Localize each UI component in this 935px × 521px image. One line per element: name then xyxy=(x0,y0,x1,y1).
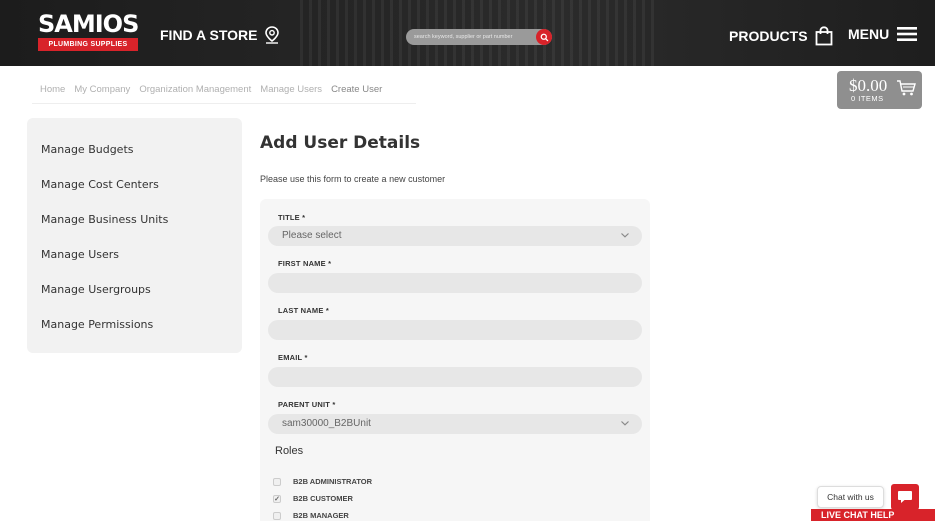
menu-label: MENU xyxy=(848,26,890,42)
sidebar-item-manage-usergroups[interactable]: Manage Usergroups xyxy=(41,283,151,296)
account-sidebar: Manage Budgets Manage Cost Centers Manag… xyxy=(27,118,242,353)
site-header: SAMIOS PLUMBING SUPPLIES FIND A STORE PR… xyxy=(0,0,935,66)
breadcrumb-organization-management[interactable]: Organization Management xyxy=(139,84,251,95)
products-link[interactable]: PRODUCTS xyxy=(729,26,834,46)
cart-icon xyxy=(897,80,916,96)
breadcrumb-my-company[interactable]: My Company xyxy=(74,84,130,95)
sidebar-item-manage-permissions[interactable]: Manage Permissions xyxy=(41,318,153,331)
chevron-down-icon xyxy=(621,233,629,238)
last-name-field[interactable] xyxy=(268,320,642,340)
role-label: B2B ADMINISTRATOR xyxy=(293,477,373,486)
logo-tagline: PLUMBING SUPPLIES xyxy=(38,38,138,51)
roles-heading: Roles xyxy=(275,445,304,457)
chat-button[interactable] xyxy=(891,484,919,510)
first-name-field[interactable] xyxy=(268,273,642,293)
live-chat-label: LIVE CHAT HELP xyxy=(821,510,895,520)
sidebar-item-manage-budgets[interactable]: Manage Budgets xyxy=(41,143,134,156)
page-title: Add User Details xyxy=(260,133,421,153)
role-checkbox[interactable] xyxy=(273,511,281,520)
samios-logo[interactable]: SAMIOS PLUMBING SUPPLIES xyxy=(38,10,139,53)
parent-unit-select[interactable]: sam30000_B2BUnit xyxy=(268,414,642,434)
title-label: TITLE * xyxy=(278,213,306,222)
sidebar-item-manage-users[interactable]: Manage Users xyxy=(41,248,119,261)
add-user-form xyxy=(260,199,650,521)
breadcrumb-manage-users[interactable]: Manage Users xyxy=(260,84,322,95)
breadcrumb-create-user: Create User xyxy=(331,84,383,95)
find-a-store-link[interactable]: FIND A STORE xyxy=(160,26,280,44)
role-checkbox-checked[interactable]: ✓ xyxy=(273,494,281,503)
mini-cart[interactable]: $0.00 0 ITEMS xyxy=(837,71,922,109)
breadcrumb: Home My Company Organization Management … xyxy=(32,76,416,104)
breadcrumb-home[interactable]: Home xyxy=(40,84,65,95)
role-label: B2B CUSTOMER xyxy=(293,494,353,503)
page-description: Please use this form to create a new cus… xyxy=(260,174,446,184)
parent-unit-select-value: sam30000_B2BUnit xyxy=(282,418,371,429)
sidebar-item-manage-cost-centers[interactable]: Manage Cost Centers xyxy=(41,178,159,191)
hamburger-menu-icon xyxy=(897,27,918,41)
email-label: EMAIL * xyxy=(278,353,308,362)
role-b2b-customer[interactable]: ✓ B2B CUSTOMER xyxy=(273,494,353,503)
chat-with-us-bubble[interactable]: Chat with us xyxy=(817,486,884,508)
parent-unit-label: PARENT UNIT * xyxy=(278,400,336,409)
title-select-value: Please select xyxy=(282,230,342,241)
role-b2b-manager[interactable]: B2B MANAGER xyxy=(273,511,349,520)
role-b2b-administrator[interactable]: B2B ADMINISTRATOR xyxy=(273,477,372,486)
sidebar-item-manage-business-units[interactable]: Manage Business Units xyxy=(41,213,168,226)
cart-total: $0.00 xyxy=(849,76,888,95)
find-store-label: FIND A STORE xyxy=(160,27,258,43)
last-name-label: LAST NAME * xyxy=(278,306,329,315)
chevron-down-icon xyxy=(621,421,629,426)
chat-icon xyxy=(898,491,912,503)
logo-wordmark: SAMIOS xyxy=(38,10,139,38)
role-checkbox[interactable] xyxy=(273,477,281,486)
products-label: PRODUCTS xyxy=(729,28,808,44)
role-label: B2B MANAGER xyxy=(293,511,349,520)
search-button[interactable] xyxy=(536,29,552,45)
live-chat-help-banner[interactable]: LIVE CHAT HELP xyxy=(811,509,935,521)
title-select[interactable]: Please select xyxy=(268,226,642,246)
search-icon xyxy=(540,33,548,41)
search-input[interactable] xyxy=(414,29,534,45)
shopping-bag-icon xyxy=(815,26,832,46)
location-pin-icon xyxy=(264,26,279,44)
first-name-label: FIRST NAME * xyxy=(278,259,332,268)
search-bar xyxy=(406,29,552,45)
cart-item-count: 0 ITEMS xyxy=(851,94,884,103)
chat-bubble-text: Chat with us xyxy=(827,492,874,502)
menu-button[interactable]: MENU xyxy=(848,26,918,42)
email-field[interactable] xyxy=(268,367,642,387)
